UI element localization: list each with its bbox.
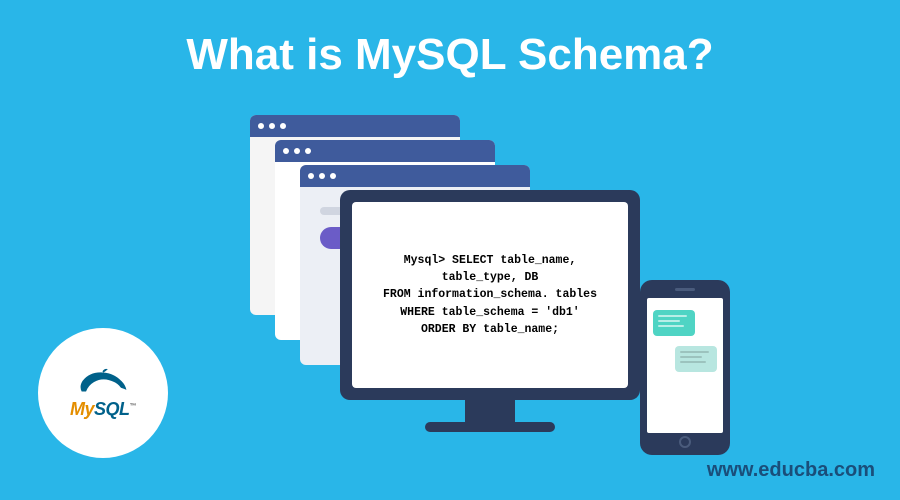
phone-home-button-icon xyxy=(679,436,691,448)
sql-line: FROM information_schema. tables xyxy=(383,286,597,303)
window-header xyxy=(300,165,530,187)
website-url: www.educba.com xyxy=(707,459,875,482)
sql-line: ORDER BY table_name; xyxy=(383,321,597,338)
bubble-text-line xyxy=(680,356,702,358)
window-dot-icon xyxy=(258,123,264,129)
bubble-text-line xyxy=(680,351,709,353)
chat-bubble-left-icon xyxy=(653,310,695,336)
monitor-stand xyxy=(465,400,515,422)
bubble-text-line xyxy=(658,320,680,322)
sql-line: table_type, DB xyxy=(383,269,597,286)
monitor-screen: Mysql> SELECT table_name, table_type, DB… xyxy=(352,202,628,388)
phone-illustration xyxy=(640,280,730,455)
sql-line: Mysql> SELECT table_name, xyxy=(383,252,597,269)
window-dot-icon xyxy=(280,123,286,129)
window-dot-icon xyxy=(294,148,300,154)
window-dot-icon xyxy=(283,148,289,154)
window-dot-icon xyxy=(319,173,325,179)
logo-my: My xyxy=(70,399,94,419)
bubble-text-line xyxy=(658,315,687,317)
page-title: What is MySQL Schema? xyxy=(0,0,900,80)
illustration-scene: Mysql> SELECT table_name, table_type, DB… xyxy=(250,115,670,465)
phone-screen xyxy=(647,298,723,433)
mysql-logo: MySQL™ xyxy=(38,328,168,458)
window-dot-icon xyxy=(269,123,275,129)
chat-bubble-right-icon xyxy=(675,346,717,372)
sql-line: WHERE table_schema = 'db1' xyxy=(383,304,597,321)
logo-tm: ™ xyxy=(130,403,137,410)
bubble-text-line xyxy=(680,361,706,363)
monitor-illustration: Mysql> SELECT table_name, table_type, DB… xyxy=(340,190,640,440)
phone-speaker-icon xyxy=(675,288,695,291)
window-dot-icon xyxy=(330,173,336,179)
window-header xyxy=(275,140,495,162)
window-dot-icon xyxy=(305,148,311,154)
logo-sql: SQL xyxy=(94,399,130,419)
monitor-base xyxy=(425,422,555,432)
window-dot-icon xyxy=(308,173,314,179)
dolphin-icon xyxy=(76,367,131,397)
bubble-text-line xyxy=(658,325,684,327)
mysql-logo-text: MySQL™ xyxy=(70,399,136,420)
monitor-frame: Mysql> SELECT table_name, table_type, DB… xyxy=(340,190,640,400)
sql-code-block: Mysql> SELECT table_name, table_type, DB… xyxy=(383,252,597,338)
window-header xyxy=(250,115,460,137)
